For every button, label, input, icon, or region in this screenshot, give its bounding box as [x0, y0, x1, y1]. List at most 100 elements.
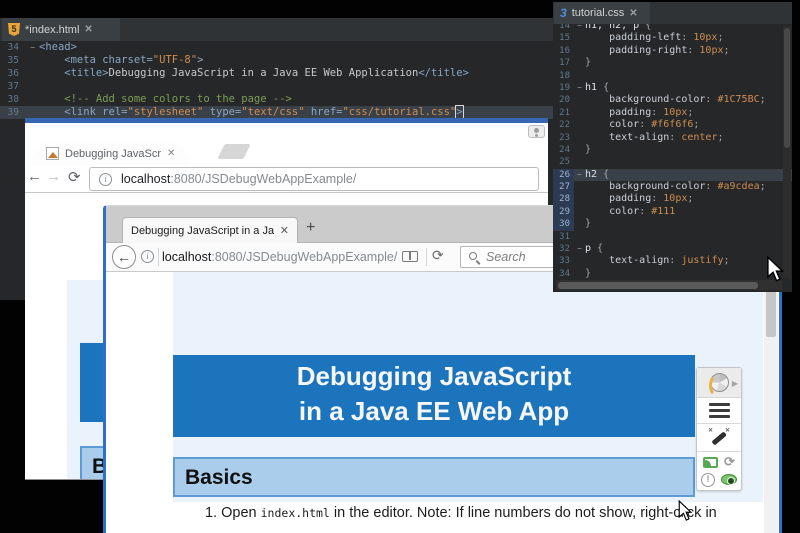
netbeans-connector-toolbar: ▶ ✕✕ ⟳ ! — [696, 367, 742, 491]
code-text: <head> — [39, 41, 77, 54]
css-code-area[interactable]: 14−h1, h2, p {15 padding-left: 10px;16 p… — [553, 20, 792, 280]
line-number: 23 — [553, 132, 574, 144]
code-text: } — [585, 268, 591, 280]
desktop: 5 *index.html ✕ 34−<head>35 <meta charse… — [0, 0, 800, 533]
code-line[interactable]: 24} — [553, 144, 792, 156]
code-text: padding-right: 10px; — [585, 45, 730, 57]
chrome-tab[interactable]: Debugging JavaScript in ✕ — [28, 142, 192, 165]
fold-collapse-icon[interactable]: − — [574, 171, 585, 179]
code-line[interactable]: 31 — [553, 231, 792, 243]
line-number: 35 — [0, 54, 26, 67]
scrollbar[interactable]: ▲ — [764, 272, 778, 533]
vertical-scrollbar[interactable] — [783, 26, 791, 278]
code-line[interactable]: 25 — [553, 156, 792, 168]
html-code-area[interactable]: 34−<head>35 <meta charset="UTF-8">36 <ti… — [0, 41, 556, 119]
code-line[interactable]: 36 <title>Debugging JavaScript in a Java… — [0, 67, 556, 80]
url-host: localhost — [121, 172, 170, 186]
issues-icon[interactable]: ! — [701, 473, 715, 487]
code-line[interactable]: 20 background-color: #1C75BC; — [553, 94, 792, 106]
visibility-eye-icon[interactable] — [721, 474, 737, 485]
divider — [158, 248, 159, 266]
code-line[interactable]: 35 <meta charset="UTF-8"> — [0, 54, 556, 67]
reload-button[interactable]: ⟳ — [68, 168, 81, 186]
basics-heading: Basics — [173, 457, 695, 497]
page-info-icon[interactable]: i — [141, 250, 154, 263]
code-line[interactable]: 15 padding-left: 10px; — [553, 32, 792, 44]
scrollbar-thumb[interactable] — [766, 291, 776, 337]
close-icon[interactable]: ✕ — [629, 8, 637, 19]
code-line[interactable]: 34} — [553, 268, 792, 280]
html5-file-icon: 5 — [8, 23, 20, 36]
line-number: 34 — [553, 268, 574, 280]
profile-avatar-icon[interactable] — [528, 125, 545, 138]
reader-mode-icon[interactable] — [402, 251, 418, 262]
code-line[interactable]: 19−h1 { — [553, 82, 792, 94]
netbeans-menu-button[interactable]: ▶ — [697, 368, 741, 398]
code-line[interactable]: 16 padding-right: 10px; — [553, 45, 792, 57]
code-line[interactable]: 18 — [553, 70, 792, 82]
code-line[interactable]: 17} — [553, 57, 792, 69]
line-number: 28 — [553, 193, 574, 205]
page-info-icon[interactable]: i — [99, 173, 112, 186]
back-button[interactable]: ← — [27, 168, 42, 185]
fold-collapse-icon[interactable]: − — [574, 84, 585, 92]
code-line[interactable]: 30} — [553, 218, 792, 230]
inline-code: index.html — [261, 506, 330, 520]
editor-tutorial-css: 3 tutorial.css ✕ 14−h1, h2, p {15 paddin… — [553, 2, 792, 292]
address-bar[interactable]: localhost:8080/JSDebugWebAppExample/ — [162, 249, 397, 264]
code-line[interactable]: 38 <!-- Add some colors to the page --> — [0, 93, 556, 106]
code-line[interactable]: 23 text-align: center; — [553, 132, 792, 144]
line-number: 33 — [553, 255, 574, 267]
css3-file-icon: 3 — [560, 7, 567, 19]
scrollbar-thumb[interactable] — [784, 28, 790, 148]
line-number: 25 — [553, 156, 574, 168]
code-text: p { — [585, 243, 603, 255]
line-number: 36 — [0, 67, 26, 80]
code-line[interactable]: 27 background-color: #a9cdea; — [553, 181, 792, 193]
tab-index-html[interactable]: 5 *index.html ✕ — [2, 18, 120, 41]
back-button[interactable]: ← — [112, 245, 136, 269]
code-text: } — [585, 144, 591, 156]
code-line[interactable]: 34−<head> — [0, 41, 556, 54]
code-text: <meta charset="UTF-8"> — [39, 54, 203, 67]
tab-label: tutorial.css — [572, 7, 625, 19]
code-line[interactable]: 22 color: #f6f6f6; — [553, 119, 792, 131]
code-line[interactable]: 29 color: #111 — [553, 206, 792, 218]
reload-icon[interactable]: ⟳ — [724, 455, 735, 469]
new-tab-button[interactable]: + — [306, 219, 315, 237]
forward-button: → — [46, 168, 61, 185]
chrome-tab-title: Debugging JavaScript in — [65, 148, 161, 160]
code-line[interactable]: 21 padding: 10px; — [553, 107, 792, 119]
fold-collapse-icon[interactable]: − — [574, 245, 585, 253]
code-text: text-align: justify; — [585, 255, 730, 267]
new-tab-button[interactable] — [217, 144, 250, 159]
line-number: 22 — [553, 119, 574, 131]
close-icon[interactable]: ✕ — [84, 24, 92, 35]
menu-button[interactable] — [697, 398, 741, 424]
code-line[interactable]: 28 padding: 10px; — [553, 193, 792, 205]
code-line[interactable]: 33 text-align: justify; — [553, 255, 792, 267]
divider — [426, 248, 427, 266]
code-text: h2 { — [585, 169, 609, 181]
code-line[interactable]: 32−p { — [553, 243, 792, 255]
cast-screen-icon[interactable] — [703, 457, 718, 468]
tab-tutorial-css[interactable]: 3 tutorial.css ✕ — [554, 2, 650, 24]
address-bar[interactable]: i localhost:8080/JSDebugWebAppExample/ — [89, 167, 539, 191]
fold-collapse-icon[interactable]: − — [26, 44, 39, 52]
line-number: 17 — [553, 57, 574, 69]
code-text: h1 { — [585, 82, 609, 94]
close-icon[interactable]: ✕ — [280, 224, 289, 237]
inspect-mode-button[interactable]: ✕✕ — [697, 424, 741, 452]
firefox-tab[interactable]: Debugging JavaScript in a Java... ✕ — [122, 217, 298, 243]
code-line[interactable]: 37 — [0, 80, 556, 93]
close-icon[interactable]: ✕ — [167, 148, 175, 159]
horizontal-scrollbar[interactable] — [556, 280, 782, 290]
url-path: :8080/JSDebugWebAppExample/ — [211, 250, 397, 264]
code-line[interactable]: 26−h2 { — [553, 169, 792, 181]
scrollbar-thumb[interactable] — [558, 282, 758, 289]
hamburger-icon — [709, 400, 730, 421]
editor-tabbar: 3 tutorial.css ✕ — [553, 2, 792, 24]
mouse-cursor — [678, 500, 692, 522]
reload-button[interactable]: ⟳ — [432, 247, 444, 264]
list-marker: 1. — [205, 505, 217, 521]
